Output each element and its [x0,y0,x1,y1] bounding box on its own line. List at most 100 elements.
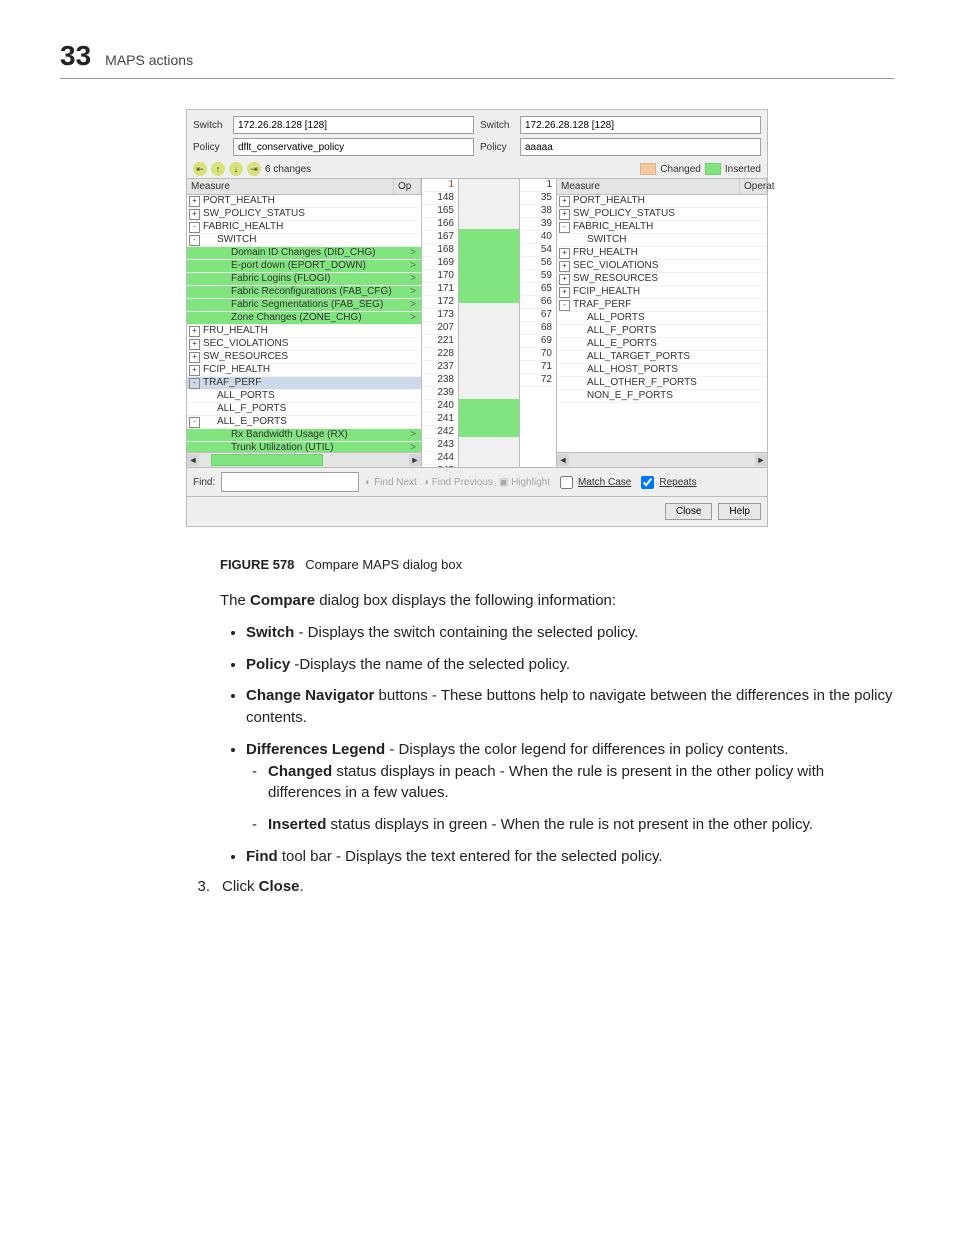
tree-row[interactable]: ALL_F_PORTS [557,325,767,338]
tree-label: ALL_HOST_PORTS [573,364,765,376]
tree-row[interactable]: -SWITCH [187,234,421,247]
tree-row[interactable]: ALL_E_PORTS [557,338,767,351]
expand-icon[interactable]: + [189,365,200,376]
list-item: Inserted status displays in green - When… [268,814,894,836]
tree-row[interactable]: E-port down (EPORT_DOWN)> [187,260,421,273]
tree-row[interactable]: -TRAF_PERF [187,377,421,390]
find-input[interactable] [221,472,359,492]
expand-icon[interactable]: - [189,235,200,246]
tree-row[interactable]: Fabric Segmentations (FAB_SEG)> [187,299,421,312]
tree-row[interactable]: +PORT_HEALTH [557,195,767,208]
tree-row[interactable]: +SW_RESOURCES [187,351,421,364]
expand-icon[interactable]: - [559,300,570,311]
highlight-button[interactable]: ▣ Highlight [499,477,550,488]
tree-label: NON_E_F_PORTS [573,390,765,402]
expand-icon[interactable]: + [559,274,570,285]
tree-row[interactable]: Rx Bandwidth Usage (RX)> [187,429,421,442]
tree-label: SEC_VIOLATIONS [203,338,419,350]
switch-field-left[interactable] [233,116,474,134]
legend-inserted-label: Inserted [725,164,761,175]
expand-icon[interactable]: - [189,417,200,428]
hscroll-right[interactable]: ◄ ► [557,452,767,467]
find-next-button[interactable]: ◐ Find Next [365,477,417,488]
tree-row[interactable]: +FRU_HEALTH [557,247,767,260]
measure-header-right[interactable]: Measure [557,179,740,194]
expand-icon[interactable]: - [189,378,200,389]
tree-row[interactable]: +FCIP_HEALTH [187,364,421,377]
expand-icon[interactable]: + [559,287,570,298]
expand-icon[interactable]: - [559,222,570,233]
tree-label: ALL_TARGET_PORTS [573,351,765,363]
tree-row[interactable]: -ALL_E_PORTS [187,416,421,429]
tree-row[interactable]: +SW_POLICY_STATUS [557,208,767,221]
close-button[interactable]: Close [665,503,713,520]
expand-icon[interactable]: + [189,209,200,220]
expand-icon[interactable]: + [559,248,570,259]
tree-left[interactable]: +PORT_HEALTH+SW_POLICY_STATUS-FABRIC_HEA… [187,195,421,452]
expand-icon[interactable]: + [189,196,200,207]
tree-label: Fabric Logins (FLOGI) [203,273,407,285]
tree-row[interactable]: Zone Changes (ZONE_CHG)> [187,312,421,325]
tree-row[interactable]: ALL_PORTS [187,390,421,403]
nav-next-icon[interactable]: ↓ [229,162,243,176]
tree-row[interactable]: +FRU_HEALTH [187,325,421,338]
scroll-left-icon[interactable]: ◄ [557,454,569,466]
scroll-thumb[interactable] [211,454,323,466]
list-item: Changed status displays in peach - When … [268,761,894,805]
tree-row[interactable]: NON_E_F_PORTS [557,390,767,403]
tree-label: ALL_F_PORTS [573,325,765,337]
tree-row[interactable]: +SEC_VIOLATIONS [187,338,421,351]
nav-last-icon[interactable]: ⇥ [247,162,261,176]
policy-field-left[interactable] [233,138,474,156]
tree-row[interactable]: Fabric Logins (FLOGI)> [187,273,421,286]
expand-icon[interactable]: - [189,222,200,233]
expand-icon[interactable]: + [189,326,200,337]
help-button[interactable]: Help [718,503,761,520]
tree-row[interactable]: +SW_RESOURCES [557,273,767,286]
tree-row[interactable]: Trunk Utilization (UTIL)> [187,442,421,452]
tree-row[interactable]: -FABRIC_HEALTH [187,221,421,234]
tree-row[interactable]: -TRAF_PERF [557,299,767,312]
tree-label: Trunk Utilization (UTIL) [203,442,407,452]
tree-row[interactable]: Fabric Reconfigurations (FAB_CFG)> [187,286,421,299]
tree-row[interactable]: ALL_OTHER_F_PORTS [557,377,767,390]
expand-icon[interactable]: + [559,196,570,207]
op-header-left[interactable]: Op [394,179,421,194]
op-arrow-icon: > [407,247,419,259]
measure-header-left[interactable]: Measure [187,179,394,194]
expand-icon[interactable]: + [559,261,570,272]
tree-row[interactable]: +PORT_HEALTH [187,195,421,208]
figure-caption: Compare MAPS dialog box [305,557,462,572]
tree-right[interactable]: +PORT_HEALTH+SW_POLICY_STATUS-FABRIC_HEA… [557,195,767,452]
switch-label-left: Switch [193,120,229,131]
find-prev-button[interactable]: ◑ Find Previous [423,477,493,488]
tree-row[interactable]: +FCIP_HEALTH [557,286,767,299]
tree-label: FRU_HEALTH [203,325,419,337]
tree-row[interactable]: ALL_TARGET_PORTS [557,351,767,364]
expand-icon[interactable]: + [189,339,200,350]
tree-label: ALL_PORTS [573,312,765,324]
tree-row[interactable]: SWITCH [557,234,767,247]
match-case-checkbox[interactable]: Match Case [556,473,631,492]
nav-first-icon[interactable]: ⇤ [193,162,207,176]
scroll-left-icon[interactable]: ◄ [187,454,199,466]
tree-label: PORT_HEALTH [203,195,419,207]
tree-row[interactable]: ALL_F_PORTS [187,403,421,416]
operation-header-right[interactable]: Operat [740,179,767,194]
expand-icon[interactable]: + [559,209,570,220]
tree-row[interactable]: Domain ID Changes (DID_CHG)> [187,247,421,260]
repeats-checkbox[interactable]: Repeats [637,473,696,492]
scroll-right-icon[interactable]: ► [409,454,421,466]
nav-prev-icon[interactable]: ↑ [211,162,225,176]
tree-row[interactable]: -FABRIC_HEALTH [557,221,767,234]
op-arrow-icon: > [407,273,419,285]
scroll-right-icon[interactable]: ► [755,454,767,466]
expand-icon[interactable]: + [189,352,200,363]
tree-row[interactable]: +SEC_VIOLATIONS [557,260,767,273]
tree-row[interactable]: +SW_POLICY_STATUS [187,208,421,221]
tree-row[interactable]: ALL_HOST_PORTS [557,364,767,377]
hscroll-left[interactable]: ◄ ► [187,452,421,467]
tree-row[interactable]: ALL_PORTS [557,312,767,325]
switch-field-right[interactable] [520,116,761,134]
policy-field-right[interactable] [520,138,761,156]
